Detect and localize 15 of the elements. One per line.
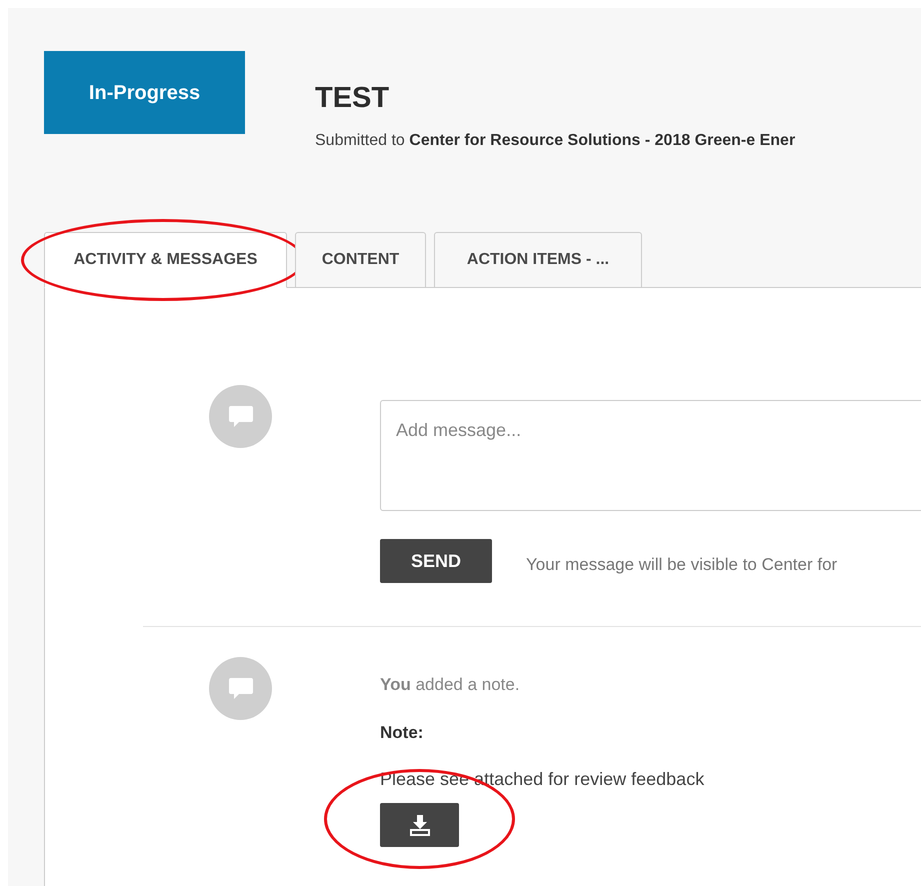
send-button[interactable]: SEND [380, 539, 492, 583]
message-input-field[interactable]: Add message... [380, 400, 921, 511]
visibility-hint: Your message will be visible to Center for [526, 554, 838, 576]
speech-bubble-icon [228, 676, 254, 700]
note-label: Note: [380, 722, 424, 744]
tab[interactable]: CONTENT [295, 232, 426, 288]
tab[interactable]: ACTIVITY & MESSAGES [44, 232, 287, 288]
download-button[interactable] [380, 803, 459, 847]
speech-bubble-icon [228, 404, 254, 428]
submitted-to-text: Submitted to Center for Resource Solutions - 2018 Green-e Ener [315, 131, 796, 151]
page-title: TEST [315, 81, 390, 115]
tab[interactable]: ACTION ITEMS - ... [434, 232, 642, 288]
download-icon [410, 814, 430, 836]
status-button[interactable]: In-Progress [44, 51, 245, 134]
activity-summary: You added a note. [380, 674, 521, 696]
